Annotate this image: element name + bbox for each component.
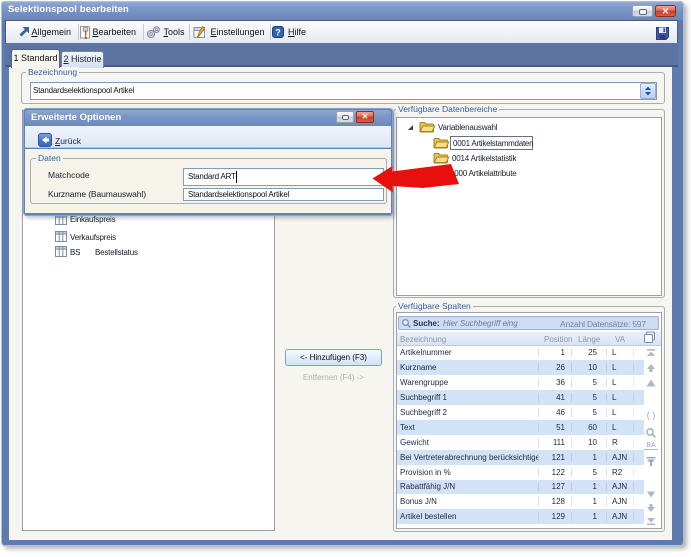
svg-text:?: ? — [275, 27, 281, 37]
